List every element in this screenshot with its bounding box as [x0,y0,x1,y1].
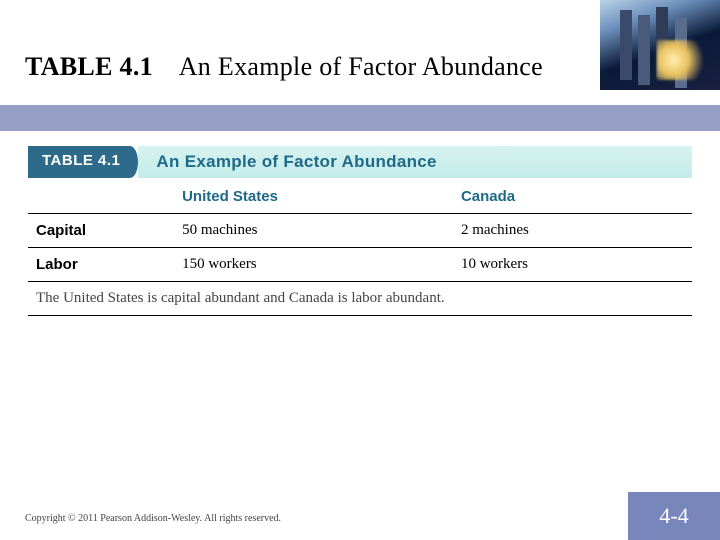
column-header-us: United States [174,182,453,214]
table-badge: TABLE 4.1 [28,146,138,178]
cell-labor-canada: 10 workers [453,248,692,282]
city-lights-glow [657,40,712,80]
copyright-text: Copyright © 2011 Pearson Addison-Wesley.… [25,513,281,524]
slide-title-space [160,52,174,81]
row-label-labor: Labor [28,248,174,282]
factor-table: United States Canada Capital 50 machines… [28,182,692,316]
slide-title-label: TABLE 4.1 [25,52,153,81]
slide-title-text: An Example of Factor Abundance [179,52,543,81]
cell-capital-canada: 2 machines [453,214,692,248]
column-header-canada: Canada [453,182,692,214]
column-header-blank [28,182,174,214]
table-row: Labor 150 workers 10 workers [28,248,692,282]
table-row: Capital 50 machines 2 machines [28,214,692,248]
row-label-capital: Capital [28,214,174,248]
slide: TABLE 4.1 An Example of Factor Abundance… [0,0,720,540]
cell-capital-us: 50 machines [174,214,453,248]
table-header-strip: TABLE 4.1 An Example of Factor Abundance [28,146,692,178]
slide-title: TABLE 4.1 An Example of Factor Abundance [25,52,543,82]
cell-labor-us: 150 workers [174,248,453,282]
table-head: United States Canada [28,182,692,214]
table-caption: The United States is capital abundant an… [28,282,692,316]
table-caption-row: The United States is capital abundant an… [28,282,692,316]
header-divider-band [0,105,720,131]
table-title: An Example of Factor Abundance [138,146,692,178]
page-number-block: 4-4 [628,492,720,540]
header-skyline-image [600,0,720,90]
table-body: Capital 50 machines 2 machines Labor 150… [28,214,692,316]
page-number: 4-4 [659,503,688,529]
table-area: TABLE 4.1 An Example of Factor Abundance… [28,146,692,316]
